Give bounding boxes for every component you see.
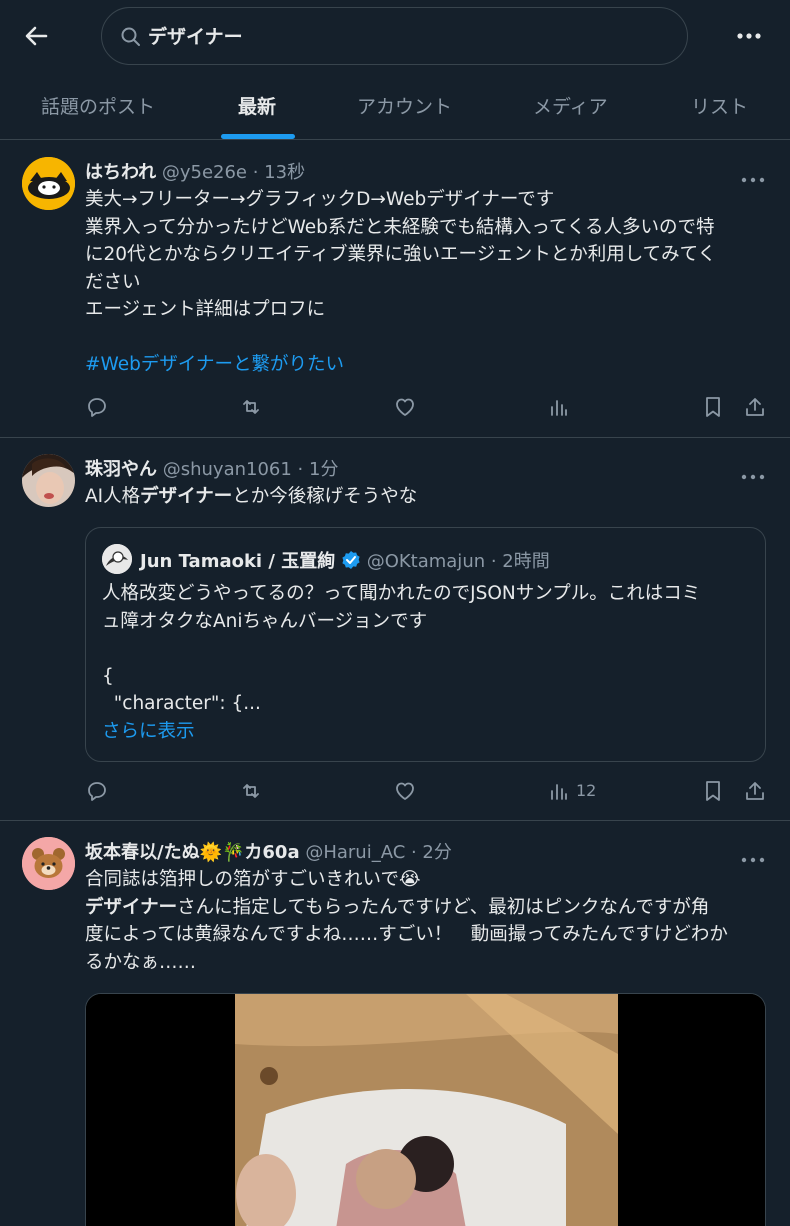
quoted-line: 人格改変どうやってるの？って聞かれたのでJSONサンプル。これはコミ	[102, 583, 701, 604]
show-more-link[interactable]: さらに表示	[102, 718, 752, 746]
tab-latest[interactable]: 最新	[238, 92, 276, 119]
search-input[interactable]: デザイナー	[101, 7, 688, 65]
handle-time: @y5e26e · 13秒	[161, 162, 306, 183]
display-name[interactable]: はちわれ	[85, 162, 156, 183]
post-text: AI人格デザイナーとか今後稼げそうやな	[85, 483, 765, 511]
quoted-display-name: Jun Tamaoki / 玉置絢	[140, 551, 336, 572]
video-media[interactable]	[85, 993, 766, 1226]
avatar[interactable]	[22, 157, 75, 210]
bookmark-icon[interactable]	[701, 779, 725, 803]
active-tab-indicator	[221, 134, 295, 139]
back-arrow-icon[interactable]	[22, 22, 50, 50]
search-icon	[120, 26, 142, 48]
post[interactable]: 坂本春以/たぬ🌞🎋カ60a @Harui_AC · 2分 合同誌は箔押しの箔がす…	[0, 821, 790, 1226]
tab-media[interactable]: メディア	[533, 92, 608, 119]
post-line: ださい	[85, 271, 141, 293]
search-highlight: デザイナー	[85, 896, 178, 918]
display-name[interactable]: 珠羽やん	[85, 459, 157, 480]
post[interactable]: はちわれ @y5e26e · 13秒 美大→フリーター→グラフィックD→Webデ…	[0, 141, 790, 438]
views-count: 12	[576, 781, 597, 800]
quoted-header: Jun Tamaoki / 玉置絢 @OKtamajun · 2時間	[140, 547, 550, 573]
repost-icon[interactable]	[239, 779, 263, 803]
post-header: はちわれ @y5e26e · 13秒	[85, 158, 305, 184]
post-line: 合同誌は箔押しの箔がすごいきれいで😭	[85, 869, 421, 890]
post-header: 坂本春以/たぬ🌞🎋カ60a @Harui_AC · 2分	[85, 838, 452, 864]
like-icon[interactable]	[393, 395, 417, 419]
verified-badge-icon	[341, 550, 361, 570]
post-menu-icon[interactable]	[740, 849, 766, 863]
quoted-handle-time: @OKtamajun · 2時間	[366, 551, 550, 572]
post-line: るかなぁ……	[85, 951, 197, 973]
display-name[interactable]: 坂本春以/たぬ🌞🎋カ60a	[85, 842, 300, 863]
post-line: 業界入って分かったけどWeb系だと未経験でも結構入ってくる人多いので特	[85, 216, 715, 238]
bookmark-icon[interactable]	[701, 395, 725, 419]
post-line: に20代とかならクリエイティブ業界に強いエージェントとか利用してみてく	[85, 244, 717, 265]
more-options-icon[interactable]	[735, 24, 763, 48]
post-text-part: とか今後稼げそうやな	[232, 486, 418, 507]
post-line: エージェント詳細はプロフに	[85, 299, 326, 320]
post-actions: 12	[85, 779, 767, 809]
post-actions	[85, 395, 767, 425]
views-icon[interactable]	[547, 779, 571, 803]
quoted-post[interactable]: Jun Tamaoki / 玉置絢 @OKtamajun · 2時間 人格改変ど…	[85, 527, 766, 762]
tab-lists[interactable]: リスト	[691, 92, 748, 119]
repost-icon[interactable]	[239, 395, 263, 419]
avatar[interactable]	[22, 837, 75, 890]
handle-time: @Harui_AC · 2分	[305, 842, 452, 863]
hashtag-link[interactable]: #Webデザイナーと繋がりたい	[85, 351, 765, 379]
views-icon[interactable]	[547, 395, 571, 419]
post-header: 珠羽やん @shuyan1061 · 1分	[85, 455, 338, 481]
search-query: デザイナー	[148, 26, 243, 48]
quoted-line: ュ障オタクなAniちゃんバージョンです	[102, 610, 428, 632]
quoted-text: 人格改変どうやってるの？って聞かれたのでJSONサンプル。これはコミ ュ障オタク…	[102, 580, 752, 745]
post[interactable]: 珠羽やん @shuyan1061 · 1分 AI人格デザイナーとか今後稼げそうや…	[0, 438, 790, 821]
tab-accounts[interactable]: アカウント	[357, 92, 452, 119]
post-text-part: AI人格	[85, 486, 141, 507]
post-text: 合同誌は箔押しの箔がすごいきれいで😭 デザイナーさんに指定してもらったんですけど…	[85, 866, 765, 976]
avatar[interactable]	[22, 454, 75, 507]
top-bar: デザイナー	[0, 0, 790, 72]
search-tabs: 話題のポスト 最新 アカウント メディア リスト	[0, 72, 790, 140]
handle-time: @shuyan1061 · 1分	[162, 459, 339, 480]
video-thumbnail	[86, 994, 765, 1226]
post-text: 美大→フリーター→グラフィックD→Webデザイナーです 業界入って分かったけどW…	[85, 186, 765, 379]
like-icon[interactable]	[393, 779, 417, 803]
reply-icon[interactable]	[85, 395, 109, 419]
post-text-part: さんに指定してもらったんですけど、最初はピンクなんですが角	[177, 896, 710, 918]
post-line: 度によっては黄緑なんですよね……すごい！ 動画撮ってみたんですけどわか	[85, 924, 728, 945]
tab-top[interactable]: 話題のポスト	[41, 92, 155, 119]
post-menu-icon[interactable]	[740, 169, 766, 183]
quoted-avatar	[102, 544, 132, 574]
share-icon[interactable]	[743, 395, 767, 419]
search-highlight: デザイナー	[140, 486, 233, 507]
quoted-line: "character": {...	[102, 693, 261, 714]
post-menu-icon[interactable]	[740, 466, 766, 480]
post-line: 美大→フリーター→グラフィックD→Webデザイナーです	[85, 189, 555, 210]
share-icon[interactable]	[743, 779, 767, 803]
reply-icon[interactable]	[85, 779, 109, 803]
quoted-line: {	[102, 665, 114, 687]
